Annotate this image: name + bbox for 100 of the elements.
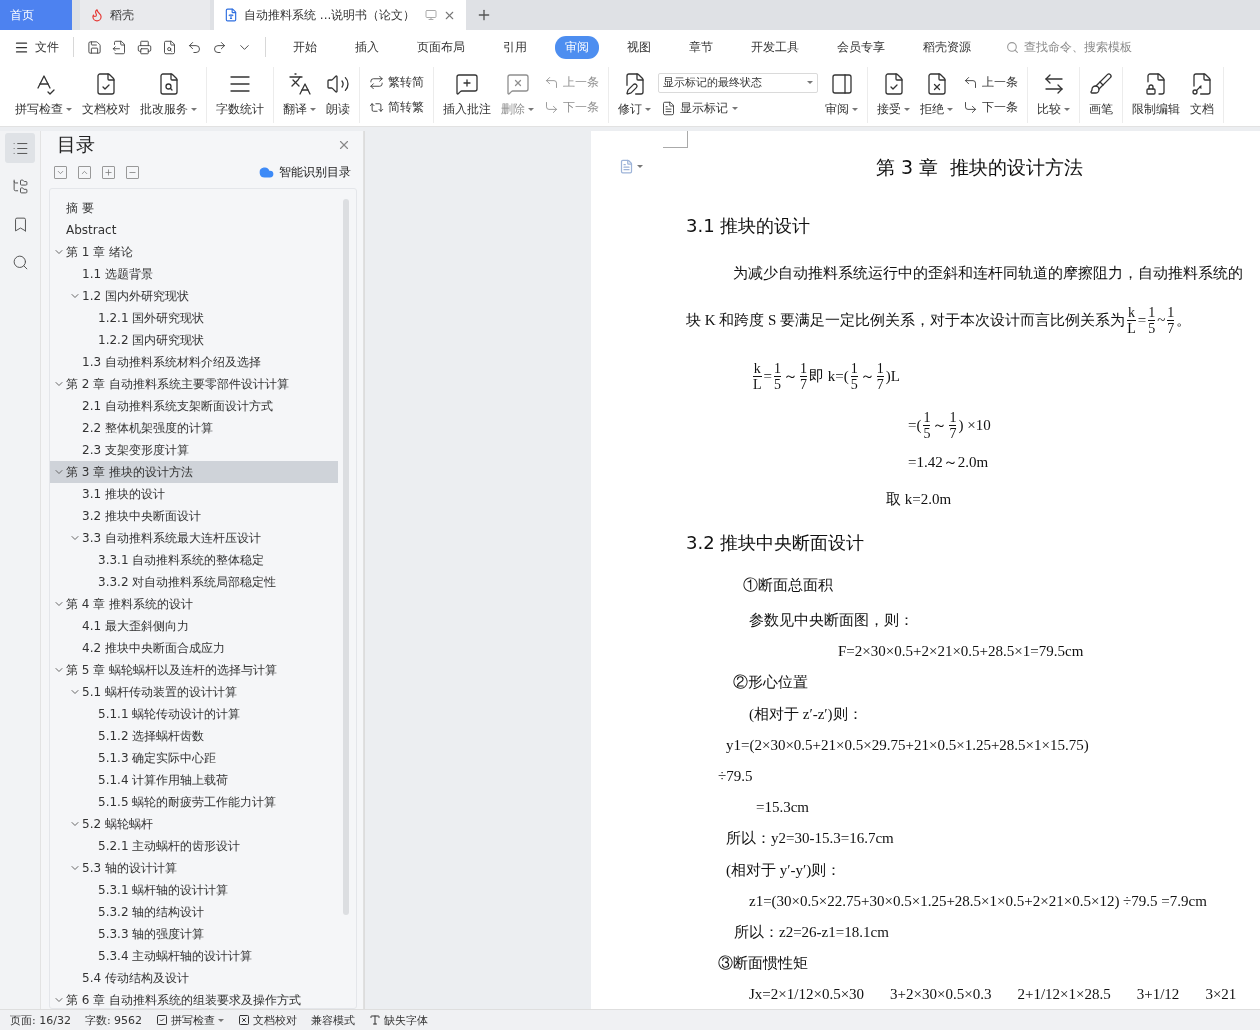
window-tab[interactable]: 自动推料系统 ...说明书（论文） [214,0,466,30]
search-field[interactable]: 查找命令、搜索模板 [1022,39,1166,55]
ribbon-tab[interactable]: 页面布局 [407,35,475,59]
toc-item[interactable]: 1.1 选题背景 [50,263,338,285]
toolbar-button[interactable]: 朗读 [323,70,353,120]
toolbar-button[interactable]: 修订 [615,70,654,120]
toc-item[interactable]: 5.2.1 主动蜗杆的齿形设计 [50,835,338,857]
toolbar-button[interactable]: 上一条 [960,73,1021,92]
dropdown-select[interactable]: 显示标记的最终状态 [658,72,818,93]
toc-item[interactable]: 第 5 章 蜗轮蜗杆以及连杆的选择与计算 [50,659,338,681]
window-tab[interactable]: 首页 [0,0,72,30]
toolbar-button[interactable]: 简转繁 [366,98,427,117]
monitor-icon[interactable] [425,9,437,21]
doc-menu-icon[interactable] [619,159,643,174]
toc-item[interactable]: 5.1.5 蜗轮的耐疲劳工作能力计算 [50,791,338,813]
smart-toc-button[interactable]: 智能识别目录 [253,163,357,182]
ribbon-tab[interactable]: 稻壳资源 [913,35,981,59]
toc-item[interactable]: 5.4 传动结构及设计 [50,967,338,989]
toolbar-button[interactable]: 批改服务 [137,70,200,120]
toolbar-button[interactable]: 文档 [1187,70,1217,120]
plus-icon [476,7,492,23]
toolbar-button[interactable]: 审阅 [822,70,861,120]
toc-item[interactable]: 1.2.2 国内研究现状 [50,329,338,351]
fraction: k L [753,360,762,392]
toc-item[interactable]: 3.3.2 对自动推料系统局部稳定性 [50,571,338,593]
formula-text: 所以：z2=26-z1=18.1cm [734,923,889,942]
toc-item[interactable]: 4.1 最大歪斜侧向力 [50,615,338,637]
toolbar-button[interactable]: 拒绝 [917,70,956,120]
scrollbar[interactable] [343,199,349,915]
toolbar-button[interactable]: 显示标记 [658,98,818,118]
formula-text: ②形心位置 [733,673,808,692]
status-item[interactable]: 拼写检查 [156,1012,225,1028]
toc-item[interactable]: 3.3 自动推料系统最大连杆压设计 [50,527,338,549]
ribbon-tab[interactable]: 开发工具 [741,35,809,59]
section-heading: 3.2 推块中央断面设计 [686,530,865,555]
toolbar-button[interactable]: 接受 [874,70,913,120]
toolbar-button[interactable]: 翻译 [280,70,319,120]
formula-text: =1.42～2.0m [908,453,989,472]
close-button[interactable] [337,138,351,152]
toc-item[interactable]: 1.3 自动推料系统材料介绍及选择 [50,351,338,373]
tool-icon [544,100,559,115]
toolbar-button[interactable]: 文档校对 [79,70,133,120]
toc-item[interactable]: 第 6 章 自动推料系统的组装要求及操作方式 [50,989,338,1008]
toolbar-button[interactable]: 比较 [1034,70,1073,120]
ribbon-tab[interactable]: 插入 [345,35,389,59]
toc-item[interactable]: 3.2 推块中央断面设计 [50,505,338,527]
toc-tool-button[interactable] [78,166,91,179]
toolbar-button[interactable]: 限制编辑 [1129,70,1183,120]
formula-text: F=2×30×0.5+2×21×0.5+28.5×1=79.5cm [838,643,1084,660]
toc-item[interactable]: 5.2 蜗轮蜗杆 [50,813,338,835]
ribbon-tab[interactable]: 视图 [617,35,661,59]
ribbon-tab[interactable]: 章节 [679,35,723,59]
status-item[interactable]: 缺失字体 [369,1012,429,1028]
toc-item[interactable]: 5.1.1 蜗轮传动设计的计算 [50,703,338,725]
toc-item[interactable]: 5.3.3 轴的强度计算 [50,923,338,945]
toc-item[interactable]: 第 2 章 自动推料系统主要零部件设计计算 [50,373,338,395]
toc-item[interactable]: 摘 要 [50,197,338,219]
fraction: 1 7 [876,360,884,392]
toc-item[interactable]: 第 1 章 绪论 [50,241,338,263]
ribbon-tab[interactable]: 引用 [493,35,537,59]
toc-item[interactable]: 5.1 蜗杆传动装置的设计计算 [50,681,338,703]
toc-tool-button[interactable] [54,166,67,179]
file-menu-button[interactable]: 文件 [10,38,63,56]
toc-item[interactable]: 5.3 轴的设计计算 [50,857,338,879]
toc-item[interactable]: 5.1.4 计算作用轴上载荷 [50,769,338,791]
toc-item[interactable]: 第 4 章 推料系统的设计 [50,593,338,615]
toc-item[interactable]: 4.2 推块中央断面合成应力 [50,637,338,659]
formula-text: ÷79.5 [718,768,753,785]
toc-item[interactable]: 第 3 章 推块的设计方法 [50,461,338,483]
status-item[interactable]: 文档校对 [238,1012,298,1028]
ribbon-tab[interactable]: 会员专享 [827,35,895,59]
tool-icon [963,100,978,115]
toc-tool-button[interactable] [126,166,139,179]
toolbar-button[interactable]: 拼写检查 [12,70,75,120]
toc-item[interactable]: 5.3.1 蜗杆轴的设计计算 [50,879,338,901]
toc-item[interactable]: 1.2.1 国外研究现状 [50,307,338,329]
formula-text: ~ [1157,311,1166,329]
toolbar-button[interactable]: 画笔 [1086,70,1116,120]
toolbar-button[interactable]: 插入批注 [440,70,494,120]
toolbar-button[interactable]: 繁转简 [366,73,427,92]
toc-item[interactable]: 5.1.3 确定实际中心距 [50,747,338,769]
window-tab[interactable]: 稻壳 [80,0,210,30]
toc-item[interactable]: 2.1 自动推料系统支架断面设计方式 [50,395,338,417]
formula-text: 3+1/12 [1136,986,1180,1003]
ribbon-tab[interactable]: 开始 [283,35,327,59]
toc-item[interactable]: 1.2 国内外研究现状 [50,285,338,307]
toolbar-button[interactable]: 下一条 [960,98,1021,117]
close-icon [337,138,351,152]
toc-item[interactable]: 2.2 整体机架强度的计算 [50,417,338,439]
toc-item[interactable]: 3.1 推块的设计 [50,483,338,505]
toc-item[interactable]: Abstract [50,219,338,241]
sidebar-button[interactable] [5,133,35,163]
toc-tool-button[interactable] [102,166,115,179]
toc-item[interactable]: 2.3 支架变形度计算 [50,439,338,461]
toolbar-button[interactable]: 字数统计 [213,70,267,120]
toc-item[interactable]: 3.3.1 自动推料系统的整体稳定 [50,549,338,571]
toc-item[interactable]: 5.3.2 轴的结构设计 [50,901,338,923]
toc-item[interactable]: 5.1.2 选择蜗杆齿数 [50,725,338,747]
formula-text: 3+2×30×0.5×0.3 [890,986,992,1003]
toc-item[interactable]: 5.3.4 主动蜗杆轴的设计计算 [50,945,338,967]
